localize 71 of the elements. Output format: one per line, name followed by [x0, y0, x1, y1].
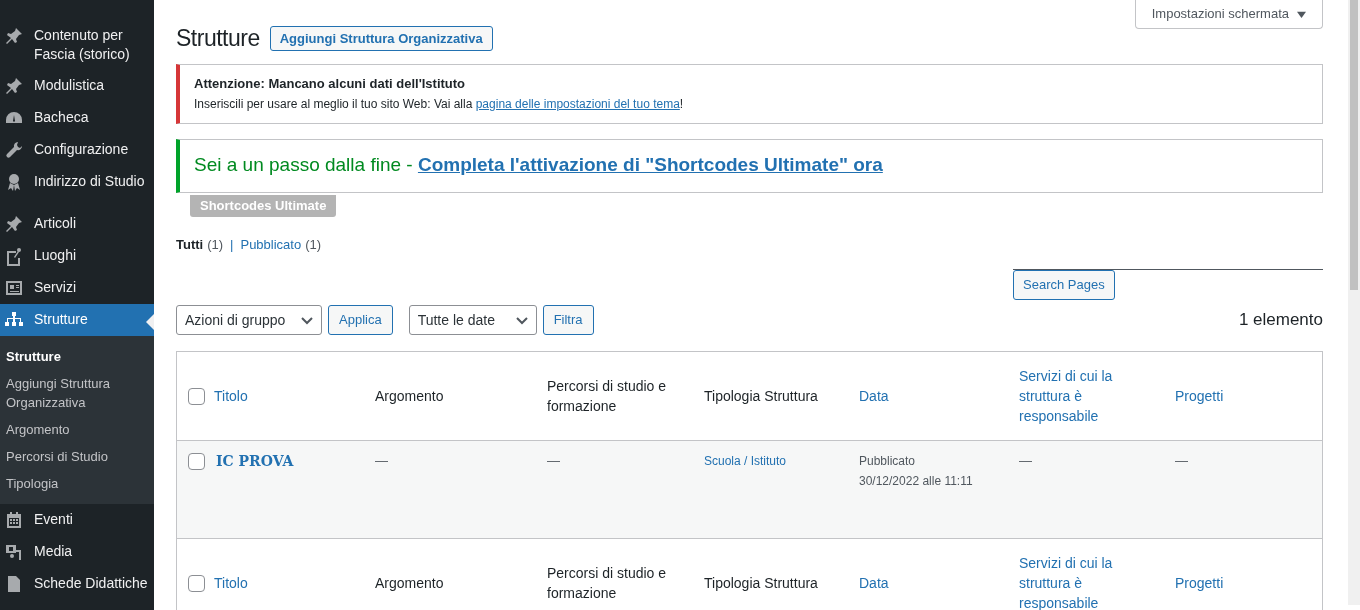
column-header: Percorsi di studio e formazione: [547, 377, 668, 416]
column-header: Argomento: [375, 387, 445, 406]
separator: |: [229, 235, 235, 254]
sortable-column-header[interactable]: Titolo: [214, 386, 248, 406]
table-cell: —: [547, 453, 560, 468]
calendar-icon: [4, 510, 24, 530]
menu-item[interactable]: Luoghi: [0, 240, 154, 272]
submenu-item[interactable]: Strutture: [0, 343, 154, 370]
sortable-column-header[interactable]: Progetti: [1175, 386, 1316, 406]
action-button[interactable]: Applica: [328, 305, 393, 335]
menu-item[interactable]: Articoli: [0, 208, 154, 240]
row-checkbox[interactable]: [188, 452, 205, 470]
menu-item[interactable]: Eventi: [0, 504, 154, 536]
action-button[interactable]: Filtra: [542, 305, 594, 335]
column-header: Percorsi di studio e formazione: [547, 564, 668, 603]
plugin-tag: Shortcodes Ultimate: [190, 194, 337, 217]
column-header: Tipologia Struttura: [704, 387, 819, 406]
view-count: (1): [305, 235, 322, 254]
table-cell: —: [1019, 453, 1032, 468]
table-cell: —: [375, 453, 388, 468]
dropdown[interactable]: Azioni di gruppo: [176, 305, 322, 335]
notice-text: Sei a un passo dalla fine - Completa l'attivazione di "Shortcodes Ultimate" ora: [194, 153, 883, 178]
table-cell: —: [1175, 453, 1188, 468]
menu-item[interactable]: Servizi: [0, 272, 154, 304]
activation-link[interactable]: Completa l'attivazione di "Shortcodes Ultimate" ora: [417, 154, 883, 176]
menu-item[interactable]: Indirizzo di Studio: [0, 166, 154, 198]
settings-link[interactable]: pagina delle impostazioni del tuo tema: [475, 96, 680, 111]
menu-item[interactable]: Modulistica: [0, 70, 154, 102]
triangle-down-icon: [1297, 9, 1306, 19]
column-header: Argomento: [375, 574, 445, 593]
submenu-item[interactable]: Percorsi di Studio: [0, 443, 154, 470]
menu-item[interactable]: Configurazione: [0, 134, 154, 166]
wrench-icon: [4, 140, 24, 160]
menu-item[interactable]: Media: [0, 536, 154, 568]
page-title: Strutture: [176, 24, 260, 53]
post-title-link[interactable]: IC PROVA: [216, 451, 294, 471]
dropdown[interactable]: Tutte le date: [408, 305, 537, 335]
menu-item[interactable]: Contenuto per Fascia (storico): [0, 20, 154, 70]
sortable-column-header[interactable]: Titolo: [214, 573, 248, 593]
view-count: (1): [207, 235, 224, 254]
notice-title: Attenzione: Mancano alcuni dati dell'Istituto: [194, 74, 467, 93]
id-card-icon: [4, 278, 24, 298]
sortable-column-header[interactable]: Progetti: [1175, 573, 1316, 593]
search-button[interactable]: Search Pages: [1013, 270, 1115, 300]
media-icon: [4, 542, 24, 562]
sortable-column-header[interactable]: Servizi di cui la struttura è responsabile: [1019, 553, 1159, 610]
menu-item[interactable]: Schede Didattiche: [0, 568, 154, 600]
menu-item[interactable]: Strutture: [0, 304, 154, 336]
taxonomy-link[interactable]: Scuola / Istituto: [704, 454, 787, 468]
screen-options-button[interactable]: Impostazioni schermata: [1134, 0, 1323, 29]
view-filter-link[interactable]: Pubblicato: [240, 234, 302, 254]
select-all-checkbox[interactable]: [188, 387, 205, 405]
sortable-column-header[interactable]: Data: [859, 573, 1003, 593]
menu-item[interactable]: Bacheca: [0, 102, 154, 134]
pin-icon: [4, 26, 24, 46]
sortable-column-header[interactable]: Servizi di cui la struttura è responsabile: [1019, 366, 1159, 426]
notice-text: Inseriscili per usare al meglio il tuo sito Web: Vai alla pagina delle impostazioni del tuo tema!: [194, 95, 685, 113]
items-count: 1 elemento: [1238, 309, 1323, 332]
add-new-button[interactable]: Aggiungi Struttura Organizzativa: [269, 25, 493, 51]
table-cell: Pubblicato 30/12/2022 alle 11:11: [859, 454, 973, 488]
sortable-column-header[interactable]: Data: [859, 386, 1003, 406]
select-all-checkbox[interactable]: [188, 574, 205, 592]
scrollbar[interactable]: [1348, 0, 1360, 605]
submenu-item[interactable]: Aggiungi Struttura Organizzativa: [0, 370, 154, 416]
page-pencil-icon: [4, 246, 24, 266]
submenu-item[interactable]: Argomento: [0, 416, 154, 443]
pin-icon: [4, 214, 24, 234]
column-header: Tipologia Struttura: [704, 574, 819, 593]
view-filter-link[interactable]: Tutti: [176, 234, 204, 254]
submenu-item[interactable]: Tipologia: [0, 470, 154, 497]
pin-icon: [4, 76, 24, 96]
